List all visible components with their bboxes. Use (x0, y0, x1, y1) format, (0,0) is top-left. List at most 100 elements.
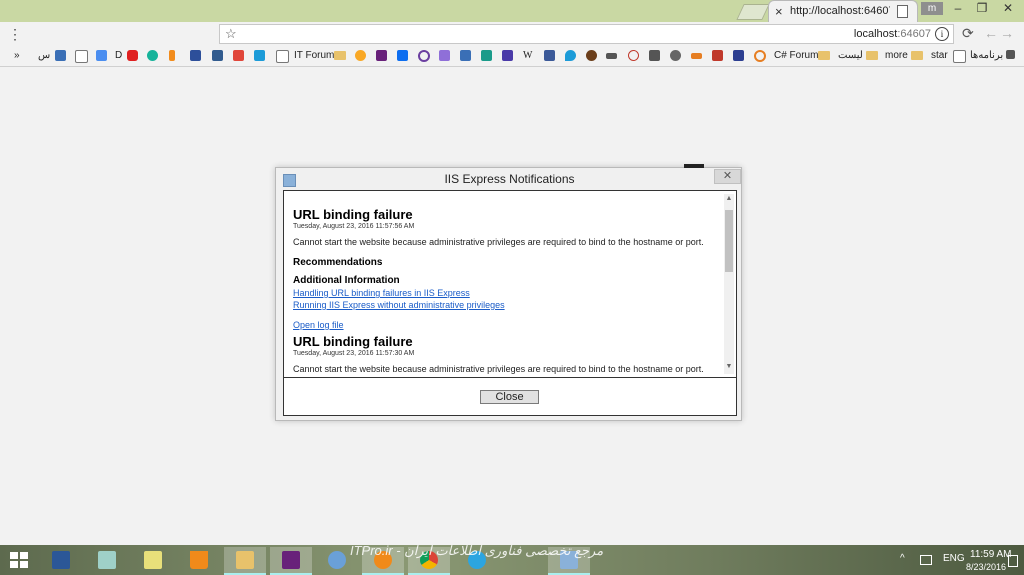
bookmark-page-icon-2[interactable] (276, 50, 289, 63)
windows-start-icon[interactable] (10, 552, 28, 568)
folder-icon[interactable] (334, 51, 346, 60)
bookmark-d[interactable]: D (115, 50, 122, 61)
menu-icon[interactable]: ⋮ (8, 26, 22, 43)
youtube-icon[interactable] (127, 50, 138, 61)
taskbar-word[interactable] (40, 547, 82, 573)
visual-studio-icon[interactable] (376, 50, 387, 61)
bookmark-teal-icon[interactable] (481, 50, 492, 61)
bookmark-it-forum[interactable]: IT Forum (294, 50, 334, 61)
link-running-without-admin[interactable]: Running IIS Express without administrati… (293, 300, 505, 310)
bookmark-orange-icon[interactable] (691, 53, 702, 59)
browser-tab[interactable]: × http://localhost:64607/ (768, 0, 918, 22)
vlc-icon (190, 551, 208, 569)
bookmark-more[interactable]: more (885, 50, 908, 61)
folder-icon-3[interactable] (866, 51, 878, 60)
gear-icon[interactable] (670, 50, 681, 61)
scroll-down-icon[interactable]: ▼ (724, 362, 734, 372)
folder-icon-2[interactable] (818, 51, 830, 60)
notifications-icon[interactable] (1008, 555, 1018, 567)
bookmark-page-icon[interactable] (75, 50, 88, 63)
sticky-notes-icon (144, 551, 162, 569)
scrollbar-thumb[interactable] (725, 210, 733, 272)
bookmark-circle-icon[interactable] (418, 50, 430, 62)
notification-message-2: Cannot start the website because adminis… (293, 364, 704, 374)
clock-time[interactable]: 11:59 AM (970, 549, 1012, 560)
close-button[interactable]: Close (480, 390, 539, 404)
windows-taskbar: ITPro.ir - مرجع تخصصی فناوری اطلاعات ایر… (0, 543, 1024, 575)
open-log-file-link[interactable]: Open log file (293, 320, 344, 330)
facebook-icon[interactable] (544, 50, 555, 61)
site-info-icon[interactable]: i (935, 27, 949, 41)
bookmark-list[interactable]: لیست (838, 50, 863, 61)
scroll-up-icon[interactable]: ▲ (724, 194, 734, 204)
bookmark-doc-icon[interactable] (212, 50, 223, 61)
file-explorer-icon (236, 551, 254, 569)
profile-avatar[interactable]: m (921, 2, 943, 15)
clock-date[interactable]: 8/23/2016 (966, 562, 1006, 572)
bookmark-coin-icon[interactable] (586, 50, 597, 61)
back-icon[interactable]: ← (984, 25, 998, 41)
folder-icon-4[interactable] (911, 51, 923, 60)
dialog-title: IIS Express Notifications (444, 172, 575, 186)
bookmark-target-icon[interactable] (628, 50, 639, 61)
bookmark-lightbulb-icon[interactable] (355, 50, 366, 61)
network-icon[interactable] (920, 555, 932, 565)
bookmark-bar-icon[interactable] (606, 53, 617, 59)
bookmark-red-icon-2[interactable] (712, 50, 723, 61)
map-pin-icon[interactable] (565, 50, 576, 61)
bookmark-arrow-icon[interactable] (55, 50, 66, 61)
restore-button[interactable]: ❐ (970, 0, 994, 18)
bookmark-flash-icon[interactable] (169, 50, 175, 61)
bookmark-red-icon[interactable] (233, 50, 244, 61)
taskbar-sticky[interactable] (132, 547, 174, 573)
dialog-close-icon[interactable]: ✕ (714, 169, 741, 184)
taskbar-explorer[interactable] (224, 547, 266, 575)
content-divider (284, 377, 736, 378)
puzzle-icon[interactable] (649, 50, 660, 61)
mail-icon[interactable] (502, 50, 513, 61)
bookmarks-overflow-icon[interactable]: » (14, 50, 20, 61)
taskbar-visual-studio[interactable] (270, 547, 312, 575)
page-icon (897, 5, 908, 18)
link-handling-url-binding[interactable]: Handling URL binding failures in IIS Exp… (293, 288, 470, 298)
taskbar-notes[interactable] (86, 547, 128, 573)
notifications-list[interactable]: URL binding failure Tuesday, August 23, … (286, 193, 734, 375)
bookmark-blue-icon[interactable] (190, 50, 201, 61)
apps-grid-icon[interactable] (1006, 50, 1015, 59)
tab-title: http://localhost:64607/ (790, 5, 890, 17)
taskbar-vlc[interactable] (178, 547, 220, 573)
vertical-scrollbar[interactable]: ▲ ▼ (724, 194, 734, 374)
address-bar[interactable]: ☆ localhost:64607 i (219, 24, 954, 44)
dropbox-icon[interactable] (397, 50, 408, 61)
minimize-button[interactable]: – (946, 0, 970, 18)
url-host: localhost (853, 28, 898, 40)
window-close-button[interactable]: ✕ (996, 0, 1020, 18)
bookmark-square-icon[interactable] (460, 50, 471, 61)
bookmark-arabic-s[interactable]: س (38, 50, 50, 61)
tray-chevron-icon[interactable]: ^ (900, 553, 905, 564)
bookmark-star[interactable]: star (931, 50, 948, 61)
recommendations-heading: Recommendations (293, 257, 383, 268)
visual-studio-icon-taskbar (282, 551, 300, 569)
tab-close-icon[interactable]: × (775, 4, 783, 19)
bookmark-page-icon-3[interactable] (953, 50, 966, 63)
url-text[interactable]: localhost:64607 (854, 28, 931, 40)
new-tab-button[interactable] (736, 4, 770, 20)
forward-icon[interactable]: → (1000, 25, 1014, 41)
bookmark-eye-icon[interactable] (754, 50, 766, 62)
bookmark-apps[interactable]: برنامه‌ها (970, 50, 1003, 61)
bookmark-csharp-forum[interactable]: C# Forum (774, 50, 818, 61)
browser-toolbar: ⋮ ☆ localhost:64607 i ⟳ ← → (0, 22, 1024, 46)
bookmark-navy-icon[interactable] (733, 50, 744, 61)
bookmark-purple-icon[interactable] (439, 50, 450, 61)
windows-icon[interactable] (254, 50, 265, 61)
bookmark-heart-icon[interactable] (147, 50, 158, 61)
paint-icon (328, 551, 346, 569)
notification-timestamp: Tuesday, August 23, 2016 11:57:56 AM (293, 223, 415, 230)
bookmark-cloud-icon[interactable] (96, 50, 107, 61)
bookmark-star-icon[interactable]: ☆ (225, 26, 237, 42)
notes-icon (98, 551, 116, 569)
reload-icon[interactable]: ⟳ (962, 25, 974, 42)
wikipedia-icon[interactable]: W (523, 50, 532, 61)
language-indicator[interactable]: ENG (943, 553, 965, 564)
